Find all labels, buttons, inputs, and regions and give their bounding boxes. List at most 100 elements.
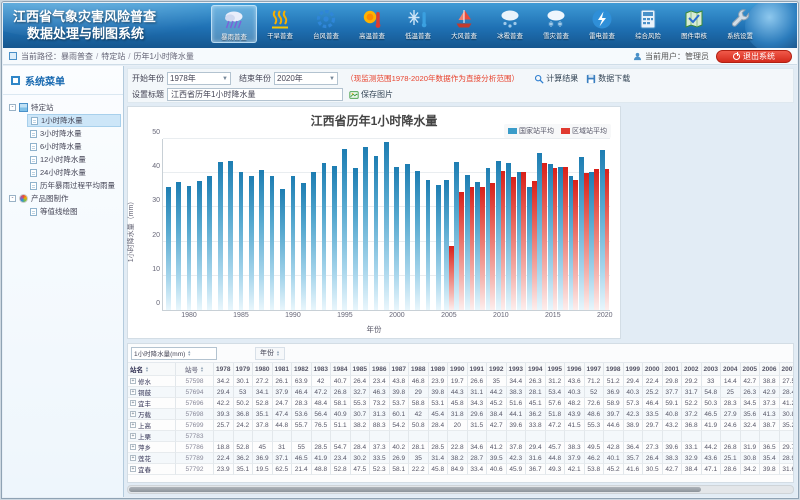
row-expander-icon[interactable]: + [130, 422, 136, 428]
regional-avg-bar[interactable] [594, 169, 599, 310]
national-avg-bar[interactable] [259, 170, 264, 310]
calc-result-button[interactable]: 计算结果 [534, 73, 578, 84]
regional-avg-bar[interactable] [490, 183, 495, 310]
column-header-year-1989[interactable]: 1989 [429, 363, 449, 376]
tree-item-12小时降水量[interactable]: 12小时降水量 [27, 153, 121, 166]
national-avg-bar[interactable] [218, 162, 223, 310]
row-expander-icon[interactable]: + [130, 433, 136, 439]
legend-item[interactable]: 区域站平均 [561, 126, 607, 136]
nav-item-4[interactable]: 高温普查 [349, 5, 395, 43]
tree-item-历年暴雨过程平均雨量[interactable]: 历年暴雨过程平均雨量 [27, 179, 121, 192]
national-avg-bar[interactable] [394, 167, 399, 310]
national-avg-bar[interactable] [374, 156, 379, 310]
national-avg-bar[interactable] [384, 142, 389, 310]
measure-select[interactable]: 1小时降水量(mm) ▲▼ [131, 347, 217, 360]
row-expander-icon[interactable]: + [130, 444, 136, 450]
national-avg-bar[interactable] [291, 176, 296, 310]
year-sort-header[interactable]: 年份 ▲▼ [255, 347, 285, 360]
regional-avg-bar[interactable] [573, 180, 578, 310]
tree-item-6小时降水量[interactable]: 6小时降水量 [27, 140, 121, 153]
station-name-cell[interactable]: +萍乡 [128, 442, 176, 453]
column-header-year-2001[interactable]: 2001 [663, 363, 683, 376]
column-header-year-2005[interactable]: 2005 [741, 363, 761, 376]
tree-expander-icon[interactable]: - [9, 195, 16, 202]
nav-item-3[interactable]: 台风普查 [303, 5, 349, 43]
column-header-year-1998[interactable]: 1998 [604, 363, 624, 376]
regional-avg-bar[interactable] [584, 173, 589, 310]
row-expander-icon[interactable]: + [130, 378, 136, 384]
breadcrumb-segment[interactable]: 暴雨普查 [61, 52, 93, 61]
regional-avg-bar[interactable] [459, 192, 464, 310]
data-download-button[interactable]: 数据下载 [586, 73, 630, 84]
regional-avg-bar[interactable] [563, 167, 568, 310]
station-name-cell[interactable]: +修水 [128, 376, 176, 387]
row-expander-icon[interactable]: + [130, 400, 136, 406]
column-header-year-1980[interactable]: 1980 [253, 363, 273, 376]
national-avg-bar[interactable] [301, 183, 306, 310]
column-header-year-1985[interactable]: 1985 [351, 363, 371, 376]
regional-avg-bar[interactable] [511, 177, 516, 310]
regional-avg-bar[interactable] [605, 169, 610, 310]
nav-item-6[interactable]: 大风普查 [441, 5, 487, 43]
save-image-button[interactable]: 保存图片 [349, 89, 393, 100]
regional-avg-bar[interactable] [553, 168, 558, 310]
legend-item[interactable]: 国家站平均 [508, 126, 554, 136]
station-name-cell[interactable]: +万载 [128, 409, 176, 420]
nav-item-8[interactable]: 雪灾普查 [533, 5, 579, 43]
national-avg-bar[interactable] [270, 176, 275, 310]
column-header-year-1988[interactable]: 1988 [409, 363, 429, 376]
station-name-cell[interactable]: +上高 [128, 420, 176, 431]
column-header-year-1992[interactable]: 1992 [487, 363, 507, 376]
nav-item-5[interactable]: 低温普查 [395, 5, 441, 43]
logout-button[interactable]: 退出系统 [716, 50, 792, 63]
column-header-year-2000[interactable]: 2000 [643, 363, 663, 376]
column-header-year-1999[interactable]: 1999 [624, 363, 644, 376]
tree-group-2[interactable]: -产品图制作 [9, 192, 121, 205]
national-avg-bar[interactable] [249, 176, 254, 310]
national-avg-bar[interactable] [436, 185, 441, 310]
station-name-cell[interactable]: +上栗 [128, 431, 176, 442]
national-avg-bar[interactable] [197, 181, 202, 310]
column-header-year-1994[interactable]: 1994 [526, 363, 546, 376]
column-header-year-1984[interactable]: 1984 [331, 363, 351, 376]
chart-title-input[interactable]: 江西省历年1小时降水量 [167, 88, 343, 101]
tree-item-等值线绘图[interactable]: 等值线绘图 [27, 205, 121, 218]
row-expander-icon[interactable]: + [130, 455, 136, 461]
column-header-year-1983[interactable]: 1983 [312, 363, 332, 376]
regional-avg-bar[interactable] [542, 163, 547, 310]
start-year-select[interactable]: 1978年▼ [167, 72, 231, 85]
national-avg-bar[interactable] [187, 186, 192, 310]
column-header-year-1979[interactable]: 1979 [234, 363, 254, 376]
national-avg-bar[interactable] [363, 147, 368, 310]
column-header-year-1991[interactable]: 1991 [468, 363, 488, 376]
national-avg-bar[interactable] [405, 164, 410, 310]
station-name-cell[interactable]: +莲花 [128, 453, 176, 464]
breadcrumb-segment[interactable]: 特定站 [101, 52, 125, 61]
national-avg-bar[interactable] [426, 180, 431, 310]
column-header-year-1997[interactable]: 1997 [585, 363, 605, 376]
column-header-year-1978[interactable]: 1978 [214, 363, 234, 376]
tree-group-1[interactable]: -特定站 [9, 101, 121, 114]
column-header-year-2002[interactable]: 2002 [682, 363, 702, 376]
regional-avg-bar[interactable] [501, 171, 506, 310]
nav-item-9[interactable]: 雷电普查 [579, 5, 625, 43]
tree-item-24小时降水量[interactable]: 24小时降水量 [27, 166, 121, 179]
column-header-name[interactable]: 站名▲▼ [128, 363, 176, 376]
nav-item-1[interactable]: 暴雨普查 [211, 5, 257, 43]
column-header-year-1982[interactable]: 1982 [292, 363, 312, 376]
column-header-year-2004[interactable]: 2004 [721, 363, 741, 376]
station-name-cell[interactable]: +铜鼓 [128, 387, 176, 398]
national-avg-bar[interactable] [322, 163, 327, 310]
national-avg-bar[interactable] [176, 182, 181, 310]
national-avg-bar[interactable] [166, 187, 171, 310]
national-avg-bar[interactable] [228, 161, 233, 310]
national-avg-bar[interactable] [415, 171, 420, 310]
end-year-select[interactable]: 2020年▼ [274, 72, 338, 85]
national-avg-bar[interactable] [280, 189, 285, 310]
national-avg-bar[interactable] [239, 172, 244, 310]
regional-avg-bar[interactable] [532, 181, 537, 310]
nav-item-12[interactable]: 系统设置 [717, 5, 763, 43]
nav-item-10[interactable]: 综合风险 [625, 5, 671, 43]
nav-item-7[interactable]: 冰雹普查 [487, 5, 533, 43]
horizontal-scrollbar[interactable] [127, 485, 794, 494]
